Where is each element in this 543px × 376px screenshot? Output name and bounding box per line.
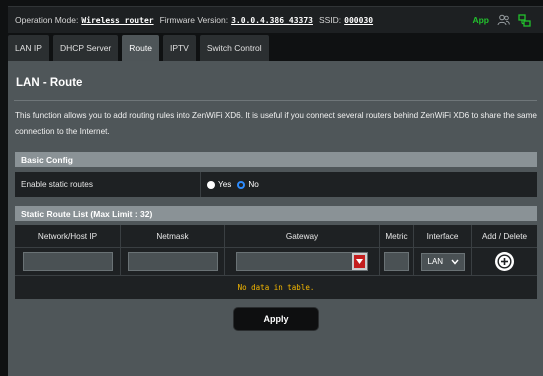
network-host-ip-input[interactable] (22, 252, 113, 271)
radio-yes-label: Yes (218, 180, 232, 189)
firmware-link[interactable]: 3.0.0.4.386_43373 (231, 16, 313, 25)
chevron-down-icon (450, 259, 459, 265)
interface-cell: LAN (414, 248, 472, 275)
operation-mode-label: Operation Mode: (15, 15, 79, 25)
gateway-cell (225, 248, 380, 275)
gateway-dropdown-button[interactable] (352, 253, 367, 270)
user-group-icon[interactable] (497, 14, 510, 26)
interface-select-value: LAN (427, 257, 444, 266)
radio-no[interactable]: No (237, 180, 259, 189)
network-host-ip-cell (15, 248, 121, 275)
radio-no-label: No (248, 180, 259, 189)
status-bar: Operation Mode: Wireless router Firmware… (8, 6, 543, 33)
chevron-down-icon (354, 255, 365, 268)
col-interface: Interface (414, 225, 472, 247)
gateway-input[interactable] (236, 252, 368, 271)
page-title: LAN - Route (16, 77, 83, 89)
gateway-combo (236, 252, 368, 271)
operation-mode-link[interactable]: Wireless router (81, 16, 153, 25)
col-add-delete: Add / Delete (481, 231, 528, 241)
metric-input[interactable] (384, 252, 409, 271)
ssid-label: SSID: (318, 15, 342, 25)
tab-lan-ip[interactable]: LAN IP (8, 35, 49, 61)
apply-button[interactable]: Apply (233, 307, 319, 331)
ssid-link[interactable]: 000030 (344, 16, 373, 25)
col-metric: Metric (380, 225, 414, 247)
title-divider (14, 100, 537, 101)
topbar-right: App (472, 7, 531, 33)
radio-yes[interactable]: Yes (207, 180, 231, 189)
col-netmask: Netmask (121, 225, 225, 247)
col-network-host-ip: Network/Host IP (15, 225, 121, 247)
basic-config-header: Basic Config (15, 152, 537, 167)
network-status-icon[interactable] (518, 13, 531, 27)
tab-route[interactable]: Route (122, 35, 159, 61)
radio-yes-circle[interactable] (207, 180, 215, 189)
firmware-label: Firmware Version: (159, 15, 229, 25)
app-link[interactable]: App (472, 15, 489, 25)
tab-iptv[interactable]: IPTV (162, 35, 196, 61)
interface-select[interactable]: LAN (420, 252, 465, 271)
netmask-input[interactable] (127, 252, 218, 271)
plus-circle-icon (497, 254, 512, 269)
metric-cell (380, 248, 414, 275)
route-table-header: Network/Host IP Netmask Gateway Metric I… (15, 225, 537, 247)
add-delete-cell (472, 248, 537, 275)
tab-bar: LAN IP DHCP Server Route IPTV Switch Con… (8, 35, 269, 61)
enable-static-routes-row: Enable static routes Yes No (15, 172, 537, 197)
tab-dhcp-server[interactable]: DHCP Server (52, 35, 119, 61)
static-route-list-header: Static Route List (Max Limit : 32) (15, 206, 537, 221)
enable-static-routes-options: Yes No (200, 172, 537, 197)
main-panel: LAN - Route This function allows you to … (8, 61, 543, 376)
radio-no-circle[interactable] (237, 180, 246, 189)
add-route-button[interactable] (495, 252, 514, 271)
col-gateway: Gateway (225, 225, 380, 247)
tab-switch-control[interactable]: Switch Control (199, 35, 269, 61)
page-description: This function allows you to add routing … (15, 111, 537, 136)
route-input-row: LAN (15, 247, 537, 275)
netmask-cell (121, 248, 225, 275)
empty-table-message: No data in table. (15, 275, 537, 299)
enable-static-routes-label: Enable static routes (21, 180, 93, 189)
